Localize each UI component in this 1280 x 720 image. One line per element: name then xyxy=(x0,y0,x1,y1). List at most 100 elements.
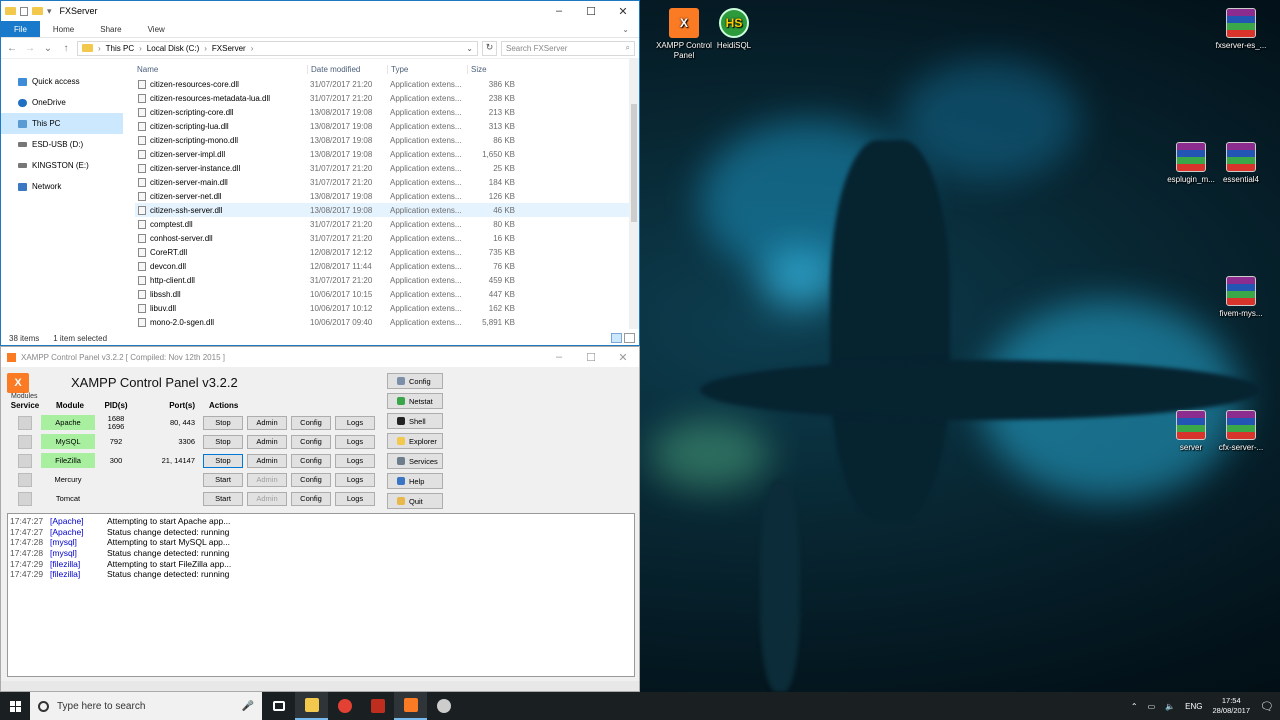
service-checkbox[interactable] xyxy=(18,415,32,430)
chrome-taskbar-button[interactable] xyxy=(328,692,361,720)
maximize-button[interactable]: ☐ xyxy=(575,347,607,367)
desktop-icon-essential4[interactable]: essential4 xyxy=(1211,142,1271,185)
start-button[interactable]: Start xyxy=(203,472,243,487)
column-header-name[interactable]: Name xyxy=(135,65,307,74)
file-row[interactable]: citizen-resources-core.dll 31/07/2017 21:… xyxy=(135,77,639,91)
scrollbar-thumb[interactable] xyxy=(631,104,637,222)
file-row[interactable]: CoreRT.dll 12/08/2017 12:12 Application ex… xyxy=(135,245,639,259)
start-button[interactable] xyxy=(0,692,30,720)
file-row[interactable]: mono-2.0-sgen.dll 10/06/2017 09:40 Applica… xyxy=(135,315,639,329)
steam-taskbar-button[interactable] xyxy=(427,692,460,720)
new-folder-icon[interactable] xyxy=(32,7,43,15)
logs-button[interactable]: Logs xyxy=(335,415,375,430)
minimize-button[interactable]: – xyxy=(543,1,575,21)
quit-side-button[interactable]: Quit xyxy=(387,493,443,509)
forward-arrow-icon[interactable]: → xyxy=(23,43,37,54)
close-button[interactable]: ✕ xyxy=(607,1,639,21)
column-header-size[interactable]: Size xyxy=(467,64,519,74)
large-icons-view-icon[interactable] xyxy=(624,333,635,343)
back-arrow-icon[interactable]: ← xyxy=(5,43,19,54)
address-bar[interactable]: › This PC › Local Disk (C:) › FXServer ›… xyxy=(77,40,478,56)
refresh-icon[interactable]: ↻ xyxy=(482,40,497,56)
log-console[interactable]: 17:47:27 [Apache] Attempting to start Apac… xyxy=(7,513,635,677)
minimize-button[interactable]: – xyxy=(543,347,575,367)
nav-item-kingston[interactable]: KINGSTON (E:) xyxy=(1,155,123,176)
stop-button[interactable]: Stop xyxy=(203,415,243,430)
file-row[interactable]: citizen-scripting-core.dll 13/08/2017 19:… xyxy=(135,105,639,119)
expand-ribbon-icon[interactable]: ⌄ xyxy=(622,21,639,37)
help-side-button[interactable]: Help xyxy=(387,473,443,489)
file-row[interactable]: citizen-server-instance.dll 31/07/2017 21… xyxy=(135,161,639,175)
close-button[interactable]: ✕ xyxy=(607,347,639,367)
nav-item-this-pc[interactable]: This PC xyxy=(1,113,123,134)
microphone-icon[interactable]: 🎤 xyxy=(242,701,254,712)
tab-file[interactable]: File xyxy=(1,21,40,37)
breadcrumb-this-pc[interactable]: This PC xyxy=(106,44,134,53)
config-button[interactable]: Config xyxy=(291,491,331,506)
explorer-side-button[interactable]: Explorer xyxy=(387,433,443,449)
logs-button[interactable]: Logs xyxy=(335,472,375,487)
logs-button[interactable]: Logs xyxy=(335,453,375,468)
tab-share[interactable]: Share xyxy=(87,21,134,37)
desktop-icon-heidisql[interactable]: HS HeidiSQL xyxy=(704,8,764,51)
customize-chevron-icon[interactable]: ▾ xyxy=(47,6,52,17)
file-row[interactable]: conhost-server.dll 31/07/2017 21:20 Applic… xyxy=(135,231,639,245)
properties-icon[interactable] xyxy=(20,6,28,16)
file-row[interactable]: citizen-server-main.dll 31/07/2017 21:20 A… xyxy=(135,175,639,189)
nav-item-network[interactable]: Network xyxy=(1,176,123,197)
nav-item-quick-access[interactable]: Quick access xyxy=(1,71,123,92)
network-icon[interactable]: ▭ xyxy=(1148,702,1156,711)
up-arrow-icon[interactable]: ↑ xyxy=(59,43,73,54)
file-row[interactable]: citizen-scripting-lua.dll 13/08/2017 19:0… xyxy=(135,119,639,133)
desktop-icon-fxserver-es[interactable]: fxserver-es_... xyxy=(1211,8,1271,51)
search-input[interactable]: Search FXServer ⌕ xyxy=(501,40,635,56)
filezilla-taskbar-button[interactable] xyxy=(361,692,394,720)
desktop-icon-fivem-mysql[interactable]: fivem-mys... xyxy=(1211,276,1271,319)
file-row[interactable]: citizen-scripting-mono.dll 13/08/2017 19:… xyxy=(135,133,639,147)
address-dropdown-icon[interactable]: ⌄ xyxy=(466,44,477,53)
task-view-taskbar-button[interactable] xyxy=(262,692,295,720)
config-button[interactable]: Config xyxy=(291,434,331,449)
config-button[interactable]: Config xyxy=(291,453,331,468)
file-row[interactable]: http-client.dll 31/07/2017 21:20 Applicati… xyxy=(135,273,639,287)
column-header-type[interactable]: Type xyxy=(387,64,467,74)
config-side-button[interactable]: Config xyxy=(387,373,443,389)
file-row[interactable]: citizen-resources-metadata-lua.dll 31/07/… xyxy=(135,91,639,105)
tab-home[interactable]: Home xyxy=(40,21,87,37)
column-header-date[interactable]: Date modified xyxy=(307,64,387,74)
xampp-taskbar-button[interactable] xyxy=(394,692,427,720)
admin-button[interactable]: Admin xyxy=(247,453,287,468)
recent-locations-chevron-icon[interactable]: ⌄ xyxy=(41,43,55,54)
start-button[interactable]: Start xyxy=(203,491,243,506)
file-row[interactable]: devcon.dll 12/08/2017 11:44 Application ex… xyxy=(135,259,639,273)
stop-button[interactable]: Stop xyxy=(203,453,243,468)
config-button[interactable]: Config xyxy=(291,415,331,430)
volume-icon[interactable]: 🔈 xyxy=(1165,702,1175,711)
service-checkbox[interactable] xyxy=(18,491,32,506)
file-row[interactable]: libssh.dll 10/06/2017 10:15 Application ex… xyxy=(135,287,639,301)
vertical-scrollbar[interactable] xyxy=(629,59,639,329)
file-explorer-taskbar-button[interactable] xyxy=(295,692,328,720)
logs-button[interactable]: Logs xyxy=(335,491,375,506)
file-row[interactable]: citizen-server-net.dll 13/08/2017 19:08 Ap… xyxy=(135,189,639,203)
clock[interactable]: 17:54 28/08/2017 xyxy=(1212,696,1250,716)
file-row[interactable]: comptest.dll 31/07/2017 21:20 Application … xyxy=(135,217,639,231)
stop-button[interactable]: Stop xyxy=(203,434,243,449)
service-checkbox[interactable] xyxy=(18,472,32,487)
breadcrumb-fxserver[interactable]: FXServer xyxy=(212,44,246,53)
language-indicator[interactable]: ENG xyxy=(1185,702,1202,711)
taskbar-search-box[interactable]: Type here to search 🎤 xyxy=(30,692,262,720)
netstat-side-button[interactable]: Netstat xyxy=(387,393,443,409)
nav-item-esd-usb[interactable]: ESD-USB (D:) xyxy=(1,134,123,155)
breadcrumb-local-disk[interactable]: Local Disk (C:) xyxy=(147,44,199,53)
service-checkbox[interactable] xyxy=(18,434,32,449)
tray-chevron-icon[interactable]: ⌃ xyxy=(1131,702,1138,711)
horizontal-scrollbar[interactable] xyxy=(1,681,639,691)
desktop-icon-cfx-server[interactable]: cfx-server-... xyxy=(1211,410,1271,453)
config-button[interactable]: Config xyxy=(291,472,331,487)
shell-side-button[interactable]: Shell xyxy=(387,413,443,429)
file-row[interactable]: libuv.dll 10/06/2017 10:12 Application ext… xyxy=(135,301,639,315)
maximize-button[interactable]: ☐ xyxy=(575,1,607,21)
nav-item-onedrive[interactable]: OneDrive xyxy=(1,92,123,113)
tab-view[interactable]: View xyxy=(135,21,178,37)
